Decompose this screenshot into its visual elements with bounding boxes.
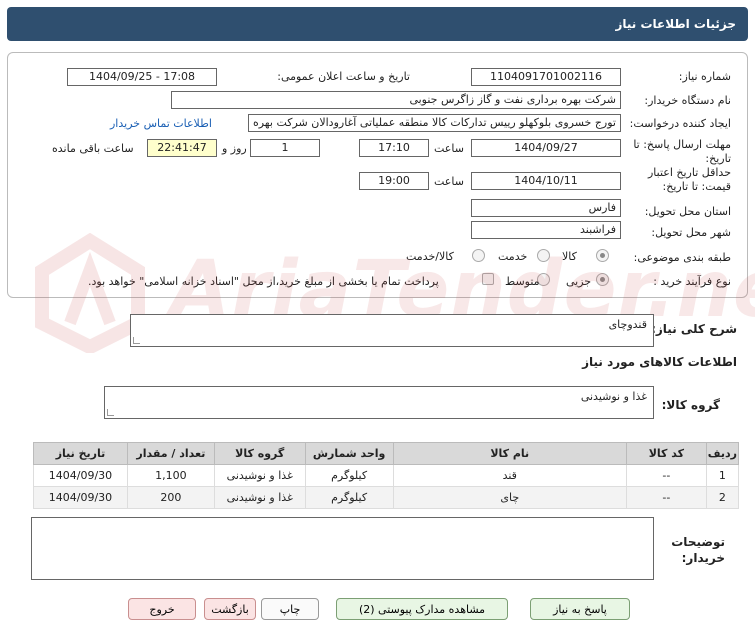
resize-grip-icon[interactable]	[133, 337, 140, 344]
item-unit: کیلوگرم	[304, 464, 394, 487]
deadline-time-field: 17:10	[359, 139, 429, 157]
validity-time-label: ساعت	[434, 175, 464, 188]
page-title: جزئیات اطلاعات نیاز	[615, 17, 736, 31]
item-code: --	[625, 464, 707, 487]
goods-group-field: غذا و نوشیدنی	[104, 386, 654, 419]
goods-group-label: گروه کالا:	[661, 398, 720, 412]
category-label: طبقه بندی موضوعی:	[633, 251, 731, 264]
deadline-date-field: 1404/09/27	[471, 139, 621, 157]
treasury-payment-note: پرداخت تمام یا بخشی از مبلغ خرید،از محل …	[88, 275, 439, 288]
col-item-code: کد کالا	[625, 442, 707, 465]
validity-date-field: 1404/10/11	[471, 172, 621, 190]
process-option-medium: متوسط	[505, 275, 540, 288]
category-option-service: خدمت	[498, 250, 528, 263]
buyer-notes-field	[31, 517, 654, 580]
deadline-time-label: ساعت	[434, 142, 464, 155]
category-radio-service[interactable]	[537, 249, 550, 262]
need-number-label: شماره نیاز:	[678, 70, 731, 83]
remaining-label: ساعت باقی مانده	[52, 142, 134, 155]
buyer-field: شرکت بهره برداری نفت و گاز زاگرس جنوبی	[171, 91, 621, 109]
col-quantity: تعداد / مقدار	[126, 442, 215, 465]
reply-to-need-button[interactable]: پاسخ به نیاز	[530, 598, 630, 620]
goods-section-title: اطلاعات کالاهای مورد نیاز	[582, 355, 737, 369]
resize-grip-icon[interactable]	[107, 409, 114, 416]
validity-label-2: قیمت: تا تاریخ:	[662, 180, 731, 193]
col-item-name: نام کالا	[392, 442, 627, 465]
print-button[interactable]: چاپ	[261, 598, 319, 620]
validity-time-field: 19:00	[359, 172, 429, 190]
process-radio-minor[interactable]	[596, 273, 609, 286]
validity-label-1: حداقل تاریخ اعتبار	[647, 166, 731, 179]
buyer-notes-label-1: توضیحات	[671, 535, 725, 549]
process-label: نوع فرآیند خرید :	[653, 275, 731, 288]
need-summary-text: قندوچای	[608, 318, 647, 331]
view-attachments-button[interactable]: مشاهده مدارک پیوستی (2)	[336, 598, 508, 620]
process-option-minor: جزیی	[566, 275, 592, 288]
col-need-date: تاریخ نیاز	[33, 442, 128, 465]
table-row: 1 -- قند کیلوگرم غذا و نوشیدنی 1,100 140…	[33, 464, 740, 487]
remaining-time-field: 22:41:47	[147, 139, 217, 157]
category-option-goods: کالا	[562, 250, 577, 263]
creator-label: ایجاد کننده درخواست:	[629, 117, 731, 130]
treasury-payment-checkbox[interactable]	[482, 273, 494, 285]
item-group: غذا و نوشیدنی	[213, 486, 306, 509]
announce-field: 1404/09/25 - 17:08	[67, 68, 217, 86]
page-header: جزئیات اطلاعات نیاز	[7, 7, 748, 41]
row-number: 2	[705, 486, 740, 509]
item-unit: کیلوگرم	[304, 486, 394, 509]
table-row: 2 -- چای کیلوگرم غذا و نوشیدنی 200 1404/…	[33, 486, 740, 509]
category-radio-goods[interactable]	[596, 249, 609, 262]
col-unit: واحد شمارش	[304, 442, 394, 465]
col-row-number: ردیف	[705, 442, 740, 465]
buyer-notes-label-2: خریدار:	[681, 551, 725, 565]
table-header-row: ردیف کد کالا نام کالا واحد شمارش گروه کا…	[33, 442, 740, 465]
goods-table: ردیف کد کالا نام کالا واحد شمارش گروه کا…	[33, 442, 740, 509]
goods-group-text: غذا و نوشیدنی	[580, 390, 647, 403]
item-quantity: 200	[126, 486, 215, 509]
days-label: روز و	[222, 142, 247, 155]
announce-label: تاریخ و ساعت اعلان عمومی:	[277, 70, 410, 83]
buyer-contact-link[interactable]: اطلاعات تماس خریدار	[110, 117, 212, 130]
category-option-goods-service: کالا/خدمت	[406, 250, 454, 263]
city-label: شهر محل تحویل:	[651, 226, 731, 239]
item-need-date: 1404/09/30	[33, 464, 128, 487]
category-radio-goods-service[interactable]	[472, 249, 485, 262]
province-field: فارس	[471, 199, 621, 217]
item-name: چای	[392, 486, 627, 509]
item-need-date: 1404/09/30	[33, 486, 128, 509]
province-label: استان محل تحویل:	[644, 205, 731, 218]
buyer-label: نام دستگاه خریدار:	[644, 94, 731, 107]
back-button[interactable]: بازگشت	[204, 598, 256, 620]
city-field: فراشبند	[471, 221, 621, 239]
item-code: --	[625, 486, 707, 509]
item-name: قند	[392, 464, 627, 487]
deadline-label-1: مهلت ارسال پاسخ: تا	[633, 138, 731, 151]
item-quantity: 1,100	[126, 464, 215, 487]
col-goods-group: گروه کالا	[213, 442, 306, 465]
creator-field: تورج خسروی بلوکهلو رییس تدارکات کالا منط…	[248, 114, 621, 132]
exit-button[interactable]: خروج	[128, 598, 196, 620]
days-remaining-field: 1	[250, 139, 320, 157]
need-number-field: 1104091701002116	[471, 68, 621, 86]
need-summary-label: شرح کلی نیاز:	[651, 322, 737, 336]
row-number: 1	[705, 464, 740, 487]
need-summary-field: قندوچای	[130, 314, 654, 347]
deadline-label-2: تاریخ:	[705, 152, 731, 165]
item-group: غذا و نوشیدنی	[213, 464, 306, 487]
